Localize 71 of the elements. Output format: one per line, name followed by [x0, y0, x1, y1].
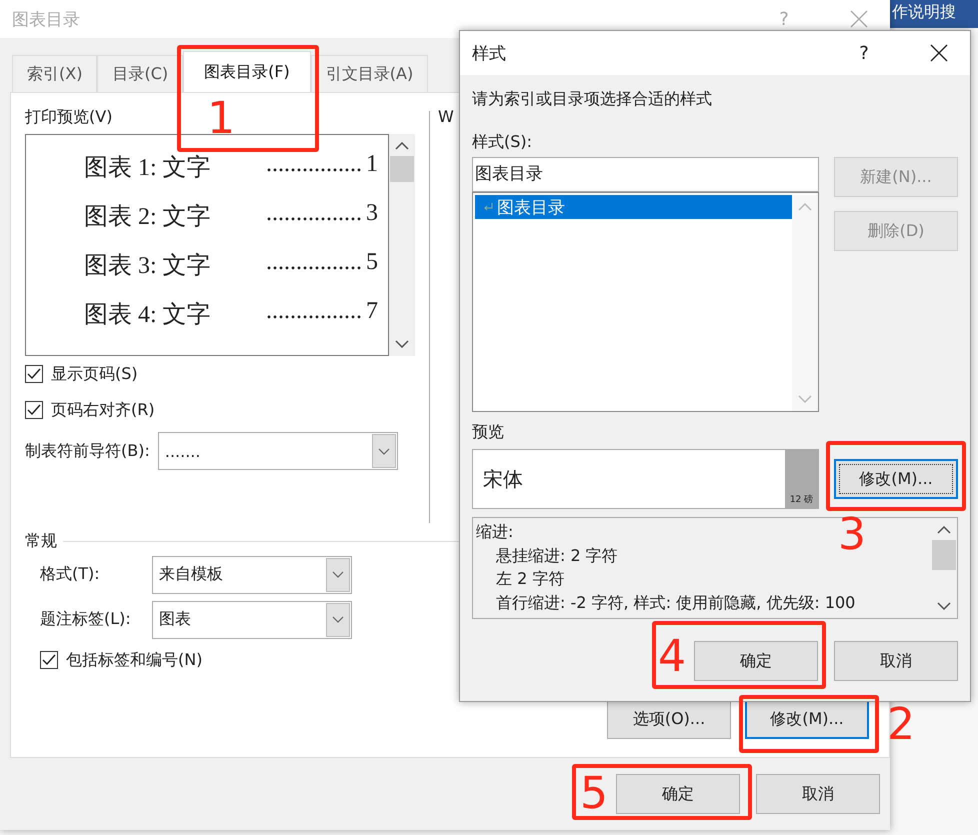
style-input[interactable]: 图表目录: [472, 157, 819, 192]
font-name: 宋体: [482, 466, 524, 493]
page-number: 1: [366, 151, 378, 179]
leader-dots: ................: [265, 151, 362, 179]
chevron-down-icon: [332, 616, 344, 623]
step-number: 5: [580, 772, 608, 816]
tab[interactable]: 索引(X): [12, 55, 98, 92]
tab[interactable]: 引文目录(A): [310, 55, 428, 92]
dialog-button[interactable]: 取消: [756, 774, 880, 814]
checkbox[interactable]: [25, 365, 43, 383]
checkbox[interactable]: [40, 651, 58, 669]
dropdown[interactable]: .......: [158, 432, 398, 470]
page-number: 7: [366, 298, 378, 326]
checkbox-label: 包括标签和编号(N): [66, 650, 202, 670]
field-label: 样式(S):: [472, 132, 534, 153]
dialog-button[interactable]: 修改(M)...: [745, 699, 869, 739]
window-title: 图表目录: [12, 8, 81, 30]
modify-button[interactable]: 修改(M)...: [834, 459, 958, 499]
dialog-button[interactable]: 确定: [694, 641, 818, 681]
section-title: 常规: [25, 531, 57, 552]
leader-dots: ................: [265, 200, 362, 228]
dialog-button[interactable]: 取消: [834, 641, 958, 681]
chevron-up-icon[interactable]: [937, 526, 951, 534]
step-number: 3: [838, 513, 866, 557]
preview-entry: 图表 4: 文字: [84, 300, 211, 330]
description-line: 悬挂缩进: 2 字符: [495, 544, 618, 566]
step-number: 4: [658, 635, 686, 679]
chevron-down-icon: [378, 448, 390, 454]
leader-dots: ................: [265, 249, 362, 277]
tab[interactable]: 目录(C): [97, 55, 184, 92]
dropdown[interactable]: 来自模板: [152, 556, 352, 594]
preview-entry: 图表 1: 文字: [84, 154, 211, 183]
dialog-button[interactable]: 确定: [616, 774, 740, 814]
section-label: W: [438, 107, 454, 126]
chevron-down-icon[interactable]: [937, 602, 951, 610]
field-label: 制表符前导符(B):: [25, 440, 150, 462]
leader-dots: ................: [265, 298, 362, 326]
preview-entry: 图表 2: 文字: [84, 202, 211, 232]
step-number: 2: [887, 703, 915, 747]
preview-entry: 图表 3: 文字: [84, 252, 211, 281]
dialog-button[interactable]: 选项(O)...: [607, 699, 731, 739]
field-label: 题注标签(L):: [40, 609, 132, 630]
description-line: 左 2 字符: [495, 568, 564, 590]
section-label: 打印预览(V): [25, 107, 112, 128]
scrollbar-thumb[interactable]: [390, 156, 414, 182]
description-line: 首行缩进: -2 字符, 样式: 使用前隐藏, 优先级: 100: [495, 592, 856, 614]
checkbox-label: 页码右对齐(R): [51, 400, 155, 420]
instruction-text: 请为索引或目录项选择合适的样式: [472, 89, 713, 110]
close-icon[interactable]: [930, 44, 948, 62]
style-list[interactable]: 图表目录: [472, 192, 819, 412]
list-item[interactable]: 图表目录: [475, 195, 792, 219]
field-label: 格式(T):: [40, 564, 101, 585]
search-hint: 作说明搜: [892, 2, 956, 23]
description-line: 缩进:: [476, 521, 514, 543]
page-number: 3: [366, 200, 378, 228]
return-arrow-icon: [483, 202, 493, 212]
dropdown[interactable]: 图表: [152, 600, 352, 638]
section-label: 预览: [472, 422, 505, 443]
chevron-down-icon[interactable]: [395, 340, 409, 348]
scrollbar-thumb[interactable]: [932, 540, 956, 570]
step-number: 1: [207, 97, 236, 141]
window-title: 样式: [472, 42, 507, 64]
chevron-up-icon[interactable]: [395, 142, 409, 150]
page-number: 5: [366, 249, 378, 277]
font-size: 12 磅: [790, 494, 814, 506]
chevron-down-icon: [332, 571, 344, 578]
tab[interactable]: 图表目录(F): [183, 51, 311, 92]
checkbox[interactable]: [25, 401, 43, 419]
checkbox-label: 显示页码(S): [51, 364, 138, 384]
help-button[interactable]: ?: [854, 42, 874, 64]
scrollbar[interactable]: [389, 134, 415, 356]
